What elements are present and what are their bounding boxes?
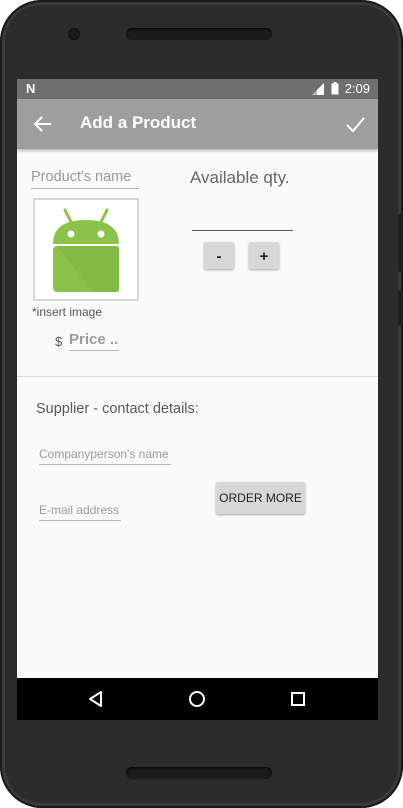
currency-symbol: $ [55,334,63,349]
nav-home-icon[interactable] [187,689,207,709]
company-name-input[interactable]: Companyperson's name [39,447,171,465]
status-bar: N 2:09 [17,79,378,99]
order-more-button[interactable]: ORDER MORE [216,482,305,514]
status-time: 2:09 [344,81,370,96]
supplier-title: Supplier - contact details: [36,401,199,417]
increment-button[interactable]: + [249,242,279,269]
top-speaker [126,28,272,40]
decrement-button[interactable]: - [204,242,234,269]
front-camera [68,28,80,40]
navigation-bar [17,678,378,720]
status-right: 2:09 [311,81,370,96]
nav-back-icon[interactable] [86,689,106,709]
bottom-speaker [126,767,272,779]
section-divider [17,376,378,377]
app-bar: Add a Product [17,99,378,149]
quantity-input[interactable] [192,230,293,231]
battery-icon [331,82,339,95]
signal-icon [311,82,324,95]
product-name-input[interactable]: Product's name [31,169,139,189]
android-icon [53,208,119,292]
volume-button [398,214,403,272]
app-title: Add a Product [80,113,197,132]
product-image-button[interactable] [33,198,139,301]
available-qty-label: Available qty. [190,168,290,187]
email-input[interactable]: E-mail address [39,503,121,521]
nav-recents-icon[interactable] [288,689,308,709]
power-button [398,290,403,326]
notification-icon: N [26,81,36,96]
check-icon[interactable] [344,113,366,135]
screen: N 2:09 Add a Product Product's name *ins… [17,79,378,720]
phone-frame: N 2:09 Add a Product Product's name *ins… [0,0,403,808]
price-input[interactable]: Price .. [69,331,119,351]
insert-image-hint: *insert image [32,305,103,319]
back-arrow-icon[interactable] [33,114,53,134]
